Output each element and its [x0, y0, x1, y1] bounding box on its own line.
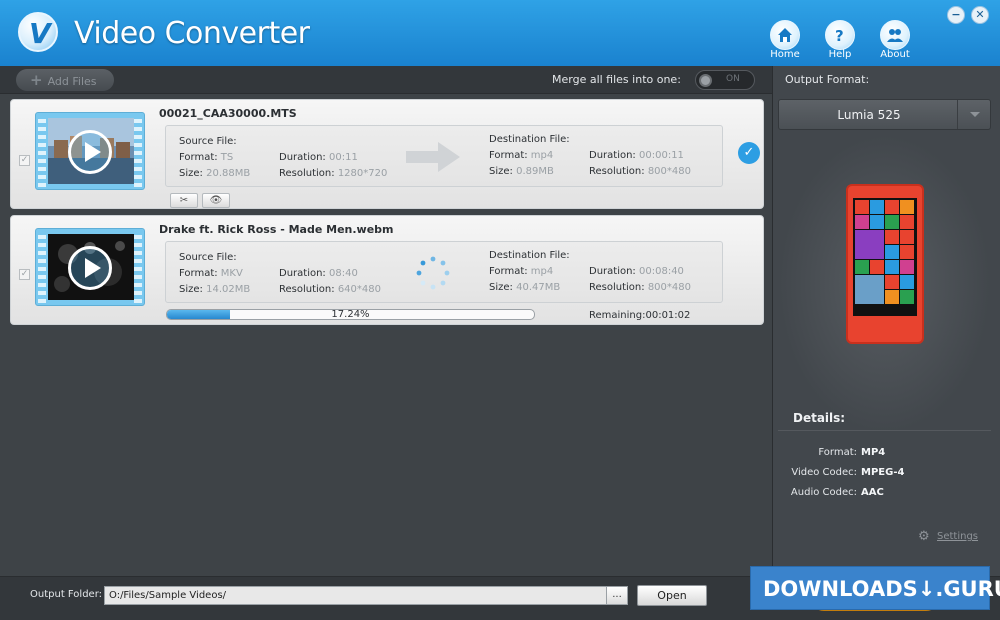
- progress-percent: 17.24%: [331, 309, 370, 320]
- detail-label: Format:: [818, 447, 857, 458]
- browse-button[interactable]: ...: [606, 586, 628, 605]
- home-button[interactable]: [770, 20, 800, 50]
- app-title: Video Converter: [74, 16, 310, 51]
- source-resolution: 640*480: [337, 284, 381, 295]
- play-icon: [68, 130, 112, 174]
- remaining-time: Remaining:00:01:02: [589, 310, 691, 321]
- source-label: Source File:: [179, 252, 237, 263]
- source-label: Source File:: [179, 136, 237, 147]
- dest-size: 0.89MB: [516, 166, 554, 177]
- file-list: ✓ 00021_CAA30000.MTS Source File: Format…: [0, 94, 772, 576]
- dest-size: 40.47MB: [516, 282, 561, 293]
- source-size: 14.02MB: [206, 284, 251, 295]
- source-format: MKV: [220, 268, 243, 279]
- merge-toggle[interactable]: ON: [695, 70, 755, 90]
- file-info: Source File: Format: TS Duration: 00:11 …: [165, 125, 723, 187]
- details-title: Details:: [793, 411, 846, 425]
- file-name: 00021_CAA30000.MTS: [159, 107, 297, 120]
- app-logo: V: [18, 12, 58, 52]
- preview-button[interactable]: 👁: [202, 193, 230, 208]
- divider: [778, 430, 991, 431]
- home-label: Home: [770, 49, 800, 60]
- watermark-logo: DOWNLOADS↓.GURU: [750, 566, 1000, 610]
- dest-format: mp4: [530, 266, 554, 277]
- source-format: TS: [220, 152, 234, 163]
- phone-image: [846, 184, 924, 344]
- about-button[interactable]: [880, 20, 910, 50]
- video-thumbnail[interactable]: [35, 228, 145, 306]
- loading-spinner-icon: [416, 256, 450, 290]
- cut-button[interactable]: ✂: [170, 193, 198, 208]
- source-duration: 00:11: [329, 152, 358, 163]
- dest-resolution: 800*480: [647, 166, 691, 177]
- output-folder-field[interactable]: O:/Files/Sample Videos/: [104, 586, 628, 605]
- file-item[interactable]: ✓ Drake ft. Rick Ross - Made Men.webm So…: [10, 215, 764, 325]
- detail-label: Audio Codec:: [790, 487, 857, 498]
- dest-duration: 00:00:11: [639, 150, 684, 161]
- help-icon: ?: [835, 27, 844, 43]
- source-duration: 08:40: [329, 268, 358, 279]
- add-files-button[interactable]: + Add Files: [16, 69, 114, 91]
- source-size: 20.88MB: [206, 168, 251, 179]
- file-name: Drake ft. Rick Ross - Made Men.webm: [159, 223, 394, 236]
- toolbar: + Add Files Merge all files into one: ON: [0, 66, 772, 94]
- settings-link[interactable]: Settings: [937, 531, 978, 542]
- close-button[interactable]: ✕: [971, 6, 989, 24]
- toggle-knob: [699, 74, 712, 87]
- svg-text:?: ?: [835, 27, 844, 43]
- dest-label: Destination File:: [489, 250, 570, 261]
- merge-label: Merge all files into one:: [552, 73, 681, 86]
- output-format-label: Output Format:: [785, 73, 870, 86]
- users-icon: [887, 29, 903, 42]
- dest-resolution: 800*480: [647, 282, 691, 293]
- detail-label: Video Codec:: [791, 467, 857, 478]
- video-thumbnail[interactable]: [35, 112, 145, 190]
- file-checkbox[interactable]: ✓: [19, 155, 30, 166]
- file-info: Source File: Format: MKV Duration: 08:40…: [165, 241, 723, 303]
- minimize-button[interactable]: −: [947, 6, 965, 24]
- help-label: Help: [828, 49, 852, 60]
- output-folder-label: Output Folder:: [30, 589, 103, 600]
- dest-format: mp4: [530, 150, 554, 161]
- file-checkbox[interactable]: ✓: [19, 269, 30, 280]
- chevron-down-icon[interactable]: [957, 100, 990, 129]
- home-icon: [778, 28, 792, 42]
- done-check-icon: ✓: [738, 142, 760, 164]
- about-label: About: [880, 49, 910, 60]
- dest-duration: 00:08:40: [639, 266, 684, 277]
- output-panel: Output Format: Lumia 525 Details: Format…: [772, 66, 1000, 576]
- gear-icon[interactable]: ⚙: [918, 529, 930, 544]
- source-resolution: 1280*720: [337, 168, 388, 179]
- open-folder-button[interactable]: Open: [637, 585, 707, 606]
- dest-label: Destination File:: [489, 134, 570, 145]
- detail-value: AAC: [861, 487, 884, 498]
- title-bar: V Video Converter Home ? Help About − ✕: [0, 0, 1000, 66]
- plus-icon: +: [30, 71, 43, 89]
- device-select[interactable]: Lumia 525: [778, 99, 991, 130]
- detail-value: MPEG-4: [861, 467, 905, 478]
- play-icon: [68, 246, 112, 290]
- arrow-right-icon: [406, 142, 460, 172]
- help-button[interactable]: ?: [825, 20, 855, 50]
- file-item[interactable]: ✓ 00021_CAA30000.MTS Source File: Format…: [10, 99, 764, 209]
- detail-value: MP4: [861, 447, 886, 458]
